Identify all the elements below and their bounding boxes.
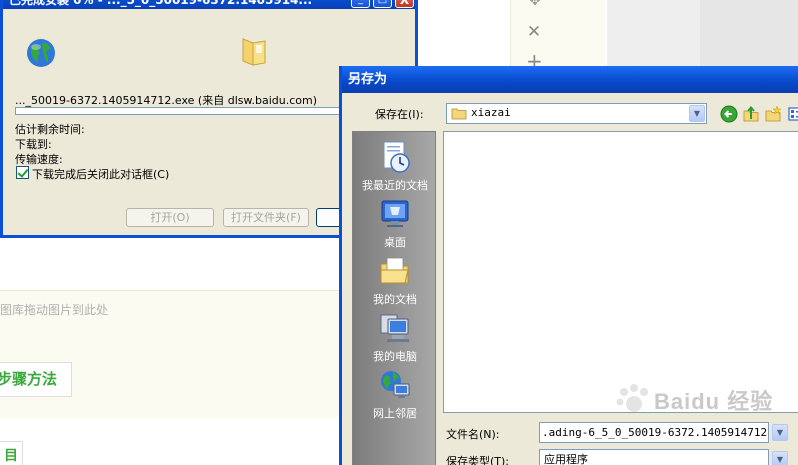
place-my-computer[interactable]: 我的电脑 (353, 311, 437, 367)
save-type-dropdown-icon[interactable]: ▼ (772, 451, 788, 465)
view-menu-icon[interactable] (787, 105, 798, 123)
place-my-computer-label: 我的电脑 (373, 350, 417, 363)
save-type-label: 保存类型(T): (446, 455, 510, 465)
place-recent-documents-label: 我最近的文档 (362, 179, 428, 192)
file-list[interactable] (443, 131, 798, 413)
minimize-button[interactable]: _ (351, 0, 370, 8)
page-side-toolbar (510, 0, 605, 70)
recent-documents-icon (383, 141, 410, 173)
place-desktop[interactable]: 桌面 (353, 197, 437, 253)
close-button[interactable]: X (395, 0, 414, 8)
save-as-titlebar[interactable]: 另存为 (342, 66, 798, 93)
save-as-title: 另存为 (348, 72, 388, 87)
close-when-done-checkbox[interactable] (16, 166, 29, 179)
save-in-combobox[interactable]: xiazai ▼ (446, 103, 707, 124)
page-right-panel-top (700, 0, 798, 70)
network-places-icon (381, 371, 410, 398)
transfer-rate-label: 传输速度: (15, 153, 63, 166)
folder-icon (451, 108, 467, 120)
new-folder-icon[interactable] (764, 105, 782, 123)
open-folder-button[interactable]: 打开文件夹(F) (223, 208, 309, 227)
place-my-documents[interactable]: 我的文档 (353, 254, 437, 310)
download-to-label: 下载到: (15, 138, 52, 151)
place-recent-documents[interactable]: 我最近的文档 (353, 140, 437, 196)
places-bar: 我最近的文档 桌面 我的文档 我的电脑 网上邻居 (352, 131, 436, 465)
download-file-info: ..._50019-6372.1405914712.exe (来自 dlsw.b… (15, 94, 317, 107)
my-documents-icon (380, 257, 409, 284)
save-type-select[interactable]: 应用程序 (539, 449, 769, 465)
my-computer-icon (380, 314, 409, 342)
maximize-button[interactable]: □ (373, 0, 392, 8)
steps-method-button[interactable]: 步骤方法 (0, 362, 72, 397)
estimated-time-label: 估计剩余时间: (15, 123, 85, 136)
place-my-documents-label: 我的文档 (373, 293, 417, 306)
close-when-done-label[interactable]: 下载完成后关闭此对话框(C) (32, 166, 169, 182)
move-arrow-icon[interactable]: ✥ (528, 0, 542, 8)
place-network-label: 网上邻居 (373, 407, 417, 420)
download-dialog-title: 已完成安装 0% - ..._5_0_50019-6372.1405914... (9, 0, 313, 7)
up-folder-icon[interactable] (742, 105, 760, 123)
back-icon[interactable] (720, 105, 738, 123)
open-button[interactable]: 打开(O) (126, 208, 214, 227)
place-network[interactable]: 网上邻居 (353, 368, 437, 424)
desktop-icon (381, 200, 409, 227)
watermark-text: Baidu 经验 (654, 389, 774, 414)
save-in-label: 保存在(I): (375, 108, 424, 121)
upload-hint: 图库拖动图片到此处 (0, 303, 109, 317)
file-name-label: 文件名(N): (446, 428, 500, 441)
file-name-dropdown-icon[interactable]: ▼ (772, 424, 788, 441)
save-in-value: xiazai (471, 106, 511, 119)
download-dialog-titlebar[interactable]: 已完成安装 0% - ..._5_0_50019-6372.1405914...… (3, 0, 415, 9)
globe-icon (27, 39, 55, 67)
folder-icon (242, 38, 266, 66)
page-tab[interactable]: 目 (0, 441, 23, 465)
place-desktop-label: 桌面 (384, 236, 406, 249)
close-x-icon[interactable]: ✕ (526, 24, 542, 41)
chevron-down-icon[interactable]: ▼ (689, 105, 705, 122)
